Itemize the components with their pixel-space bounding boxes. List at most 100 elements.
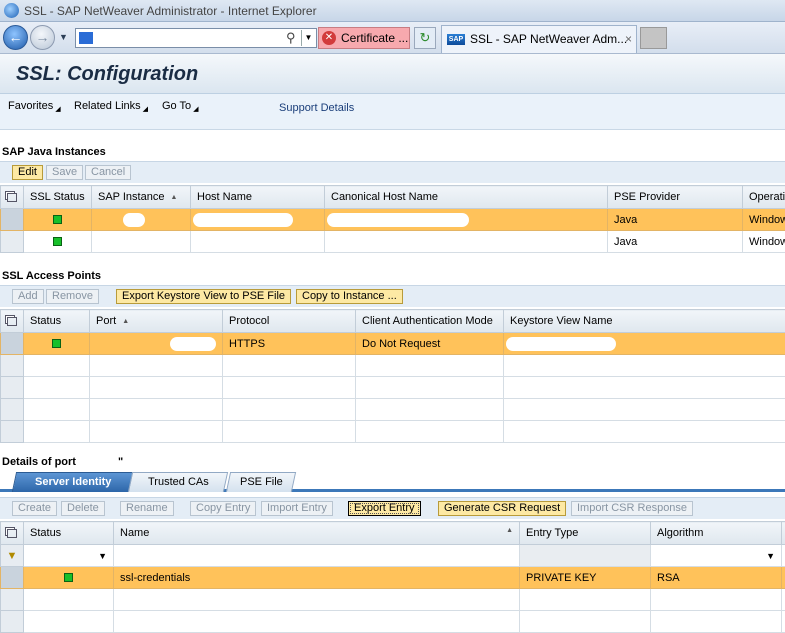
browser-tab[interactable]: SAP SSL - SAP NetWeaver Adm... × — [441, 25, 637, 53]
rename-button[interactable]: Rename — [120, 501, 174, 516]
status-ok-icon — [53, 215, 62, 224]
column-header-pse-provider[interactable]: PSE Provider — [608, 186, 743, 209]
redacted-value — [506, 337, 616, 351]
column-header-name[interactable]: Name▲ — [114, 522, 520, 545]
table-row[interactable] — [1, 377, 785, 399]
column-header-keystore-view[interactable]: Keystore View Name — [504, 310, 785, 333]
row-selector[interactable] — [1, 209, 24, 231]
save-button[interactable]: Save — [46, 165, 83, 180]
host-name-cell — [191, 209, 325, 231]
redacted-value — [327, 213, 469, 227]
back-arrow-icon[interactable]: ← — [3, 25, 28, 50]
cancel-button[interactable]: Cancel — [85, 165, 131, 180]
certificate-error-button[interactable]: ✕ Certificate ... — [318, 27, 410, 49]
certificate-error-icon: ✕ — [322, 31, 336, 45]
menu-related-links[interactable]: Related Links◢ — [74, 100, 148, 113]
address-dropdown-icon[interactable]: ▼ — [301, 30, 315, 46]
row-selector[interactable] — [1, 567, 24, 589]
os-cell: Window — [743, 209, 785, 231]
tab-pse-file-label: PSE File — [240, 473, 283, 491]
filter-dropdown-icon[interactable]: ▼ — [98, 551, 107, 561]
column-header-status[interactable]: Status — [24, 522, 114, 545]
table-header-row: Status Name▲ Entry Type Algorithm — [1, 522, 785, 545]
canonical-host-cell — [325, 209, 608, 231]
details-title: Details of port" — [2, 456, 123, 468]
column-settings-icon[interactable] — [1, 186, 24, 209]
remove-button[interactable]: Remove — [46, 289, 99, 304]
access-points-toolbar: Add Remove Export Keystore View to PSE F… — [0, 285, 785, 307]
table-row[interactable] — [1, 355, 785, 377]
column-header-ssl-status[interactable]: SSL Status — [24, 186, 92, 209]
column-header-port[interactable]: Port▲ — [90, 310, 223, 333]
menu-favorites[interactable]: Favorites◢ — [8, 100, 61, 113]
filter-status[interactable]: ▼ — [24, 545, 114, 567]
page-menu-bar: Favorites◢ Related Links◢ Go To◢ Support… — [0, 94, 785, 130]
export-keystore-button[interactable]: Export Keystore View to PSE File — [116, 289, 291, 304]
menu-go-to-label: Go To — [162, 100, 191, 112]
create-button[interactable]: Create — [12, 501, 57, 516]
column-header-sap-instance[interactable]: SAP Instance▲ — [92, 186, 191, 209]
filter-name[interactable] — [114, 545, 520, 567]
generate-csr-button[interactable]: Generate CSR Request — [438, 501, 566, 516]
new-tab-button[interactable] — [640, 27, 667, 49]
table-row[interactable]: Java Window — [1, 209, 785, 231]
column-header-protocol[interactable]: Protocol — [223, 310, 356, 333]
certificate-error-label: Certificate ... — [341, 31, 408, 45]
details-tabstrip: Server Identity Trusted CAs PSE File — [0, 470, 785, 492]
refresh-icon[interactable]: ↻ — [414, 27, 436, 49]
edit-button[interactable]: Edit — [12, 165, 43, 180]
table-row[interactable] — [1, 589, 785, 611]
column-settings-icon[interactable] — [1, 522, 24, 545]
tab-server-identity[interactable]: Server Identity — [12, 472, 134, 492]
import-entry-button[interactable]: Import Entry — [261, 501, 333, 516]
table-row[interactable] — [1, 421, 785, 443]
menu-go-to[interactable]: Go To◢ — [162, 100, 199, 113]
filter-icon[interactable]: ▼ — [1, 545, 24, 567]
add-button[interactable]: Add — [12, 289, 44, 304]
row-selector[interactable] — [1, 231, 24, 253]
column-header-client-auth[interactable]: Client Authentication Mode — [356, 310, 504, 333]
row-selector[interactable] — [1, 333, 24, 355]
column-settings-icon[interactable] — [1, 310, 24, 333]
table-row[interactable]: ssl-credentials PRIVATE KEY RSA — [1, 567, 785, 589]
delete-button[interactable]: Delete — [61, 501, 105, 516]
tab-trusted-cas[interactable]: Trusted CAs — [128, 472, 228, 492]
table-row[interactable] — [1, 399, 785, 421]
status-cell — [24, 231, 92, 253]
copy-to-instance-button[interactable]: Copy to Instance ... — [296, 289, 403, 304]
column-header-status[interactable]: Status — [24, 310, 90, 333]
filter-dropdown-icon[interactable]: ▼ — [766, 551, 775, 561]
import-csr-button[interactable]: Import CSR Response — [571, 501, 693, 516]
search-icon[interactable]: ⚲ — [286, 30, 296, 46]
status-cell — [24, 209, 92, 231]
browser-tab-title: SSL - SAP NetWeaver Adm... — [470, 32, 627, 46]
details-title-label: Details of port — [2, 456, 76, 468]
tab-pse-file[interactable]: PSE File — [226, 472, 296, 492]
copy-entry-button[interactable]: Copy Entry — [190, 501, 256, 516]
support-details-link[interactable]: Support Details — [279, 102, 354, 114]
close-tab-icon[interactable]: × — [625, 26, 632, 52]
filter-algorithm[interactable]: ▼ — [651, 545, 782, 567]
os-cell: Window — [743, 231, 785, 253]
column-header-canonical-host-name[interactable]: Canonical Host Name — [325, 186, 608, 209]
status-ok-icon — [52, 339, 61, 348]
forward-arrow-icon[interactable]: → — [30, 25, 55, 50]
export-entry-button[interactable]: Export Entry — [348, 501, 421, 516]
column-header-algorithm[interactable]: Algorithm — [651, 522, 782, 545]
column-header-entry-type[interactable]: Entry Type — [520, 522, 651, 545]
table-row[interactable]: HTTPS Do Not Request — [1, 333, 785, 355]
menu-arrow-icon: ◢ — [193, 106, 198, 113]
java-instances-title: SAP Java Instances — [2, 146, 106, 158]
access-points-title: SSL Access Points — [2, 270, 101, 282]
host-name-cell — [191, 231, 325, 253]
table-header-row: SSL Status SAP Instance▲ Host Name Canon… — [1, 186, 785, 209]
address-bar[interactable]: ⚲ ▼ — [75, 28, 317, 48]
history-dropdown-icon[interactable]: ▼ — [59, 32, 68, 42]
java-instances-table: SSL Status SAP Instance▲ Host Name Canon… — [0, 185, 785, 253]
column-header-operating-system[interactable]: Operati — [743, 186, 785, 209]
table-row[interactable] — [1, 611, 785, 633]
table-row[interactable]: Java Window — [1, 231, 785, 253]
column-header-host-name[interactable]: Host Name — [191, 186, 325, 209]
pse-provider-cell: Java — [608, 231, 743, 253]
page-header: SSL: Configuration — [0, 54, 785, 94]
